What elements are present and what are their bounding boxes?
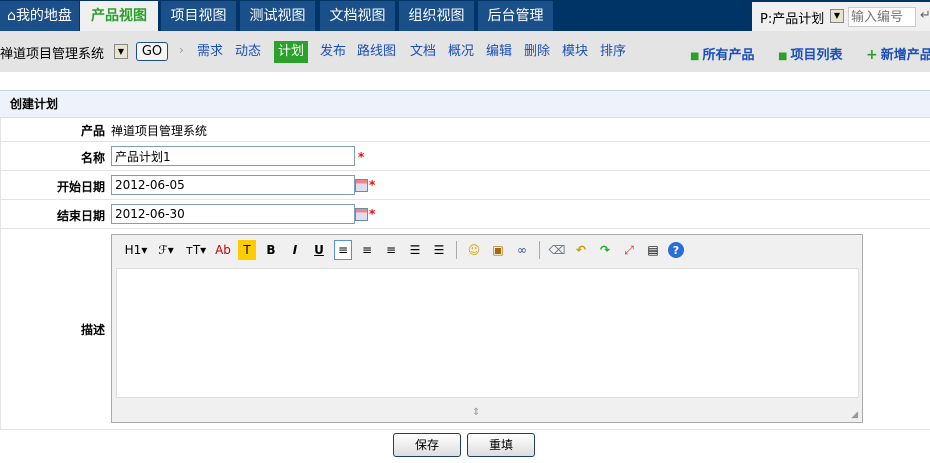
end-date-input[interactable]: [111, 204, 355, 224]
unordered-list-icon[interactable]: ☰: [430, 240, 448, 260]
dropdown-arrow-icon[interactable]: ▼: [830, 9, 844, 23]
chevron-right-icon: ›: [179, 43, 184, 57]
eraser-icon[interactable]: ⌫: [548, 240, 566, 260]
italic-icon[interactable]: I: [286, 240, 304, 260]
bold-icon[interactable]: B: [262, 240, 280, 260]
nav-module[interactable]: 模块: [562, 41, 588, 63]
end-label: 结束日期: [56, 209, 105, 223]
form-actions: 保存 重填: [0, 430, 930, 463]
save-button[interactable]: 保存: [393, 433, 461, 457]
nav-dynamic[interactable]: 动态: [235, 41, 261, 63]
home-icon: ⌂: [7, 8, 16, 24]
resize-corner-icon[interactable]: ◢: [851, 410, 858, 420]
font-size-icon[interactable]: ᴛT▾: [184, 240, 208, 260]
calendar-icon[interactable]: [355, 179, 368, 192]
fullscreen-icon[interactable]: ⤢: [620, 240, 638, 260]
nav-release[interactable]: 发布: [320, 41, 346, 63]
required-mark: *: [358, 149, 365, 164]
go-button[interactable]: GO: [136, 42, 168, 61]
tab-org[interactable]: 组织视图: [399, 1, 474, 31]
create-plan-form: 创建计划 产品 禅道项目管理系统 名称 * 开始日期 * 结束日期 * 描述 H…: [0, 90, 930, 463]
dropdown-arrow-icon[interactable]: ▼: [114, 44, 128, 59]
product-value: 禅道项目管理系统: [111, 124, 208, 138]
go-arrow-icon[interactable]: ↵: [920, 8, 930, 23]
toolbar-divider: [539, 241, 540, 259]
reset-button[interactable]: 重填: [467, 433, 535, 457]
paste-icon[interactable]: ▤: [644, 240, 662, 260]
nav-view[interactable]: 概况: [448, 41, 474, 63]
product-select[interactable]: 禅道项目管理系统: [0, 43, 104, 62]
tab-admin[interactable]: 后台管理: [478, 1, 553, 31]
name-label: 名称: [80, 151, 105, 165]
nav-roadmap[interactable]: 路线图: [357, 41, 396, 63]
quick-id-input[interactable]: [848, 7, 916, 27]
product-icon: ■: [690, 51, 700, 62]
project-list-link[interactable]: ■ 项目列表: [778, 44, 842, 63]
nav-story[interactable]: 需求: [197, 41, 223, 63]
resize-handle-icon[interactable]: ⇕: [472, 407, 480, 418]
calendar-icon[interactable]: [355, 208, 368, 221]
underline-icon[interactable]: U: [310, 240, 328, 260]
name-input[interactable]: [111, 146, 355, 166]
nav-delete[interactable]: 删除: [524, 41, 550, 63]
align-center-icon[interactable]: ≡: [358, 240, 376, 260]
nav-plan[interactable]: 计划: [274, 41, 309, 63]
tab-my[interactable]: ⌂我的地盘: [0, 1, 79, 31]
description-textarea[interactable]: [116, 268, 859, 398]
all-products-link[interactable]: ■ 所有产品: [690, 44, 754, 63]
insert-image-icon[interactable]: ▣: [489, 240, 507, 260]
align-right-icon[interactable]: ≡: [382, 240, 400, 260]
link-icon[interactable]: ∞: [513, 240, 531, 260]
font-family-icon[interactable]: ℱ▾: [154, 240, 178, 260]
ordered-list-icon[interactable]: ☰: [406, 240, 424, 260]
top-nav: ⌂我的地盘 产品视图 项目视图 测试视图 文档视图 组织视图 后台管理 P:产品…: [0, 0, 930, 31]
nav-edit[interactable]: 编辑: [486, 41, 512, 63]
begin-date-input[interactable]: [111, 175, 355, 195]
tab-doc[interactable]: 文档视图: [320, 1, 395, 31]
tab-test[interactable]: 测试视图: [240, 1, 315, 31]
required-mark: *: [369, 207, 376, 221]
emoticon-icon[interactable]: ☺: [465, 240, 483, 260]
font-color-icon[interactable]: Ab: [214, 240, 232, 260]
plus-icon: +: [866, 47, 878, 63]
heading-icon[interactable]: H1▾: [124, 240, 148, 260]
product-label: 产品: [80, 124, 105, 138]
tab-product[interactable]: 产品视图: [80, 1, 158, 31]
redo-icon[interactable]: ↷: [596, 240, 614, 260]
align-left-icon[interactable]: ≡: [334, 240, 352, 260]
begin-label: 开始日期: [56, 180, 105, 194]
sub-nav: 禅道项目管理系统 ▼ GO › 需求 动态 计划 发布 路线图 文档 概况 编辑…: [0, 31, 930, 72]
desc-label: 描述: [80, 323, 105, 337]
help-icon[interactable]: ?: [668, 242, 684, 258]
editor-toolbar: H1▾ ℱ▾ ᴛT▾ Ab T B I U ≡ ≡ ≡ ☰ ☰ ☺ ▣ ∞ ⌫ …: [112, 235, 862, 265]
nav-order[interactable]: 排序: [600, 41, 626, 63]
toolbar-divider: [456, 241, 457, 259]
quick-jump: P:产品计划 ▼ ↵: [752, 2, 930, 31]
required-mark: *: [369, 178, 376, 192]
folder-icon: ■: [778, 51, 788, 62]
quick-select[interactable]: P:产品计划: [760, 8, 824, 27]
add-product-link[interactable]: + 新增产品: [866, 44, 930, 63]
highlight-icon[interactable]: T: [238, 240, 256, 260]
rich-text-editor: H1▾ ℱ▾ ᴛT▾ Ab T B I U ≡ ≡ ≡ ☰ ☰ ☺ ▣ ∞ ⌫ …: [111, 234, 863, 423]
nav-doc[interactable]: 文档: [410, 41, 436, 63]
undo-icon[interactable]: ↶: [572, 240, 590, 260]
form-title: 创建计划: [0, 91, 930, 118]
tab-project[interactable]: 项目视图: [161, 1, 236, 31]
